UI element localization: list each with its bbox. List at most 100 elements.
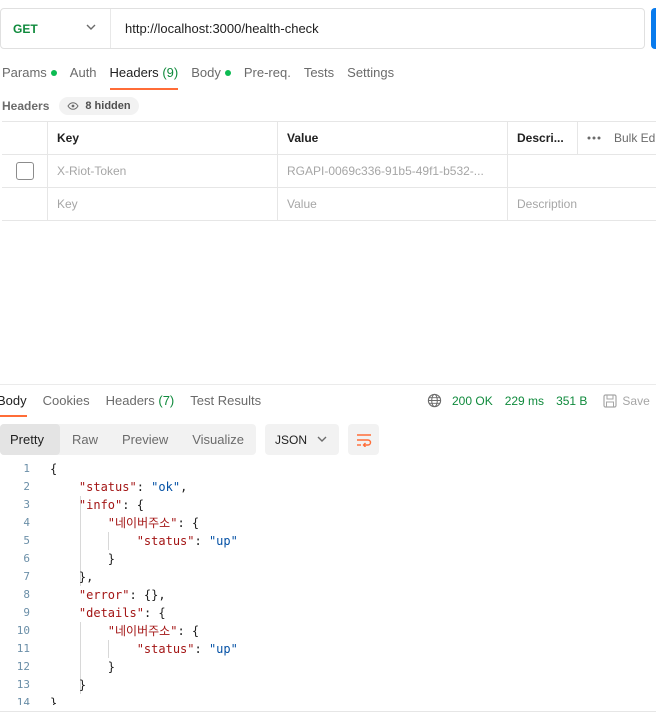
code-text: } (50, 552, 116, 566)
code-text: } (50, 696, 58, 705)
line-number: 10 (16, 624, 30, 637)
tab-tests[interactable]: Tests (304, 62, 334, 90)
row-checkbox[interactable] (15, 162, 34, 180)
tab-auth[interactable]: Auth (70, 62, 97, 90)
divider (0, 711, 656, 712)
code-line: 10 "네이버주소": { (0, 622, 656, 640)
line-number: 6 (23, 552, 30, 565)
view-raw[interactable]: Raw (60, 424, 110, 455)
code-line: 11 "status": "up" (0, 640, 656, 658)
table-header-row: Key Value Descri... Bulk Edi (2, 122, 656, 155)
column-header-value: Value (277, 122, 507, 154)
send-button[interactable] (651, 8, 656, 49)
request-url-bar: GET http://localhost:3000/health-check (0, 8, 645, 49)
new-key-input[interactable]: Key (47, 188, 277, 220)
tab-label: Settings (347, 65, 395, 80)
line-number: 8 (23, 588, 30, 601)
code-text: "status": "up" (136, 642, 238, 656)
view-pretty[interactable]: Pretty (0, 424, 60, 455)
row-checkbox-cell (2, 155, 47, 187)
code-text: "status": "up" (136, 534, 238, 548)
line-number: 12 (16, 660, 30, 673)
response-view-toolbar: Pretty Raw Preview Visualize JSON (0, 424, 380, 455)
code-line: 12 } (0, 658, 656, 676)
row-checkbox-cell (2, 188, 47, 220)
header-description-cell[interactable] (507, 155, 577, 187)
request-tabs: Params Auth Headers (9) Body Pre-req. Te… (2, 62, 407, 90)
code-line: 2 "status": "ok", (0, 478, 656, 496)
code-line: 1{ (0, 460, 656, 478)
bulk-edit-label: Bulk Edi (614, 131, 656, 145)
status-code[interactable]: 200 OK (452, 394, 493, 408)
response-bar: Body Cookies Headers (7) Test Results 20… (0, 384, 656, 417)
code-line: 4 "네이버주소": { (0, 514, 656, 532)
line-number: 5 (23, 534, 30, 547)
new-description-input[interactable]: Description (507, 188, 656, 220)
wrap-lines-button[interactable] (348, 424, 380, 455)
line-number: 7 (23, 570, 30, 583)
code-line: 9 "details": { (0, 604, 656, 622)
tab-response-headers[interactable]: Headers (7) (106, 393, 175, 408)
chevron-down-icon (86, 24, 96, 30)
code-text: "details": { (78, 606, 166, 620)
response-size[interactable]: 351 B (556, 394, 587, 408)
tab-label: Auth (69, 65, 97, 80)
globe-icon[interactable] (427, 393, 442, 408)
more-horizontal-icon (587, 136, 601, 140)
new-value-input[interactable]: Value (277, 188, 507, 220)
code-text: "status": "ok", (78, 480, 188, 494)
line-number: 14 (16, 696, 30, 705)
line-number: 9 (23, 606, 30, 619)
tab-headers[interactable]: Headers (9) (109, 62, 178, 90)
modified-dot (224, 70, 231, 76)
tab-label: Pre-req. (243, 65, 291, 80)
code-line: 5 "status": "up" (0, 532, 656, 550)
header-key-cell[interactable]: X-Riot-Token (47, 155, 277, 187)
tab-label: Params (2, 65, 47, 80)
tab-response-body[interactable]: Body (0, 393, 27, 417)
url-input[interactable]: http://localhost:3000/health-check (111, 21, 319, 36)
eye-icon (67, 102, 79, 110)
response-body-code[interactable]: 1{2 "status": "ok", 3 "info": {4 "네이버주소":… (0, 460, 656, 705)
tab-pre-request[interactable]: Pre-req. (244, 62, 291, 90)
code-text: } (50, 678, 87, 692)
format-select[interactable]: JSON (265, 424, 340, 455)
code-text: "네이버주소": { (107, 624, 200, 638)
line-number: 13 (16, 678, 30, 691)
column-header-key: Key (47, 122, 277, 154)
tab-label: Cookies (42, 393, 90, 408)
headers-toolbar: Headers 8 hidden (2, 96, 139, 116)
chevron-down-icon (317, 436, 327, 442)
column-header-description: Descri... (507, 122, 577, 154)
wrap-lines-icon (356, 433, 371, 447)
tab-settings[interactable]: Settings (347, 62, 394, 90)
headers-table: Key Value Descri... Bulk Edi X-Riot-Toke… (2, 121, 656, 221)
response-stats: 200 OK 229 ms 351 B Save (427, 393, 650, 408)
tab-response-cookies[interactable]: Cookies (43, 393, 90, 408)
tab-count: (7) (158, 393, 175, 408)
response-time[interactable]: 229 ms (505, 394, 544, 408)
tab-label: Body (191, 65, 221, 80)
headers-label: Headers (2, 99, 50, 113)
tab-test-results[interactable]: Test Results (190, 393, 261, 408)
hidden-headers-toggle[interactable]: 8 hidden (59, 97, 139, 115)
response-tabs: Body Cookies Headers (7) Test Results (0, 393, 277, 417)
code-line: 8 "error": {}, (0, 586, 656, 604)
view-mode-segmented: Pretty Raw Preview Visualize (0, 424, 257, 455)
bulk-edit-button[interactable]: Bulk Edi (577, 122, 656, 154)
code-line: 6 } (0, 550, 656, 568)
table-row-new: Key Value Description (2, 188, 656, 221)
save-icon (603, 393, 618, 408)
tab-body[interactable]: Body (191, 62, 231, 90)
tab-params[interactable]: Params (2, 62, 57, 90)
code-text: "error": {}, (78, 588, 166, 602)
code-line: 7 }, (0, 568, 656, 586)
view-preview[interactable]: Preview (110, 424, 180, 455)
method-select[interactable]: GET (1, 9, 111, 48)
tab-label: Headers (105, 393, 155, 408)
line-number: 1 (23, 462, 30, 475)
header-value-cell[interactable]: RGAPI-0069c336-91b5-49f1-b532-... (277, 155, 507, 187)
view-visualize[interactable]: Visualize (180, 424, 256, 455)
save-response-button[interactable]: Save (603, 393, 650, 408)
line-number: 11 (16, 642, 30, 655)
